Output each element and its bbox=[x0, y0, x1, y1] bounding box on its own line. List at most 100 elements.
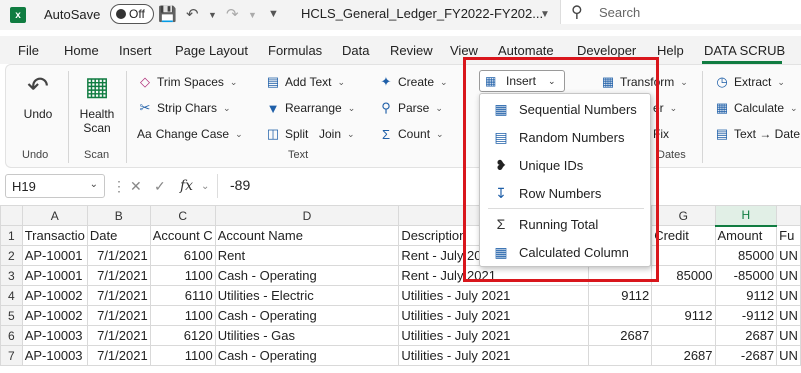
grid-cell[interactable]: AP-10001 bbox=[21, 265, 88, 286]
redo-icon[interactable]: ↷ bbox=[226, 5, 239, 23]
search-box[interactable]: ⚲ Search bbox=[560, 0, 801, 24]
column-header-h[interactable]: H bbox=[714, 205, 778, 227]
filename-dropdown-icon[interactable]: ▼ bbox=[540, 9, 550, 20]
calculate-button[interactable]: ▦ Calculate ⌄ bbox=[714, 98, 798, 118]
count-button[interactable]: Σ Count ⌄ bbox=[378, 124, 444, 144]
grid-cell[interactable]: 7/1/2021 bbox=[86, 265, 151, 286]
row-header[interactable]: 3 bbox=[0, 265, 23, 286]
grid-cell[interactable]: 1100 bbox=[149, 305, 216, 326]
grid-cell[interactable]: Cash - Operating bbox=[214, 305, 400, 326]
grid-cell[interactable]: 7/1/2021 bbox=[86, 325, 151, 346]
grid-cell[interactable]: 7/1/2021 bbox=[86, 345, 151, 366]
extract-button[interactable]: ◷ Extract ⌄ bbox=[714, 72, 785, 92]
tab-help[interactable]: Help bbox=[657, 43, 684, 58]
grid-cell[interactable]: 9112 bbox=[588, 285, 653, 306]
row-header[interactable]: 7 bbox=[0, 345, 23, 366]
save-icon[interactable]: 💾 bbox=[158, 5, 177, 23]
grid-cell[interactable]: UN bbox=[776, 265, 801, 286]
grid-cell[interactable]: AP-10003 bbox=[21, 345, 88, 366]
grid-cell[interactable]: Utilities - July 2021 bbox=[398, 345, 590, 366]
column-header-c[interactable]: C bbox=[149, 205, 216, 226]
text-to-date-button[interactable]: ▤ Text → Date bbox=[714, 124, 800, 144]
grid-cell[interactable]: Amount bbox=[714, 225, 778, 246]
cancel-icon[interactable]: ✕ bbox=[130, 178, 142, 195]
grid-cell[interactable]: Utilities - Gas bbox=[214, 325, 400, 346]
row-header[interactable]: 2 bbox=[0, 245, 23, 266]
undo-dropdown-icon[interactable]: ▼ bbox=[208, 10, 217, 20]
grid-cell[interactable]: 6120 bbox=[149, 325, 216, 346]
join-button[interactable]: Join ⌄ bbox=[319, 124, 355, 144]
grid-cell[interactable]: Transactio bbox=[21, 225, 88, 246]
column-header-b[interactable]: B bbox=[86, 205, 151, 226]
grid-cell[interactable]: 85000 bbox=[651, 265, 716, 286]
grid-cell[interactable]: UN bbox=[776, 285, 801, 306]
more-icon[interactable]: ⋮ bbox=[112, 178, 126, 195]
undo-button[interactable]: ↶ Undo bbox=[18, 71, 58, 121]
tab-developer[interactable]: Developer bbox=[577, 43, 636, 58]
grid-cell[interactable]: UN bbox=[776, 345, 801, 366]
grid-cell[interactable]: 6110 bbox=[149, 285, 216, 306]
tab-file[interactable]: File bbox=[18, 43, 39, 58]
grid-cell[interactable]: UN bbox=[776, 245, 801, 266]
row-header[interactable]: 6 bbox=[0, 325, 23, 346]
grid-cell[interactable]: 1100 bbox=[149, 345, 216, 366]
row-header[interactable]: 1 bbox=[0, 225, 23, 246]
grid-cell[interactable]: -9112 bbox=[714, 305, 778, 326]
grid-cell[interactable]: Utilities - July 2021 bbox=[398, 305, 590, 326]
grid-cell[interactable]: 7/1/2021 bbox=[86, 245, 151, 266]
change-case-button[interactable]: Aa Change Case ⌄ bbox=[137, 124, 243, 144]
tab-formulas[interactable]: Formulas bbox=[268, 43, 322, 58]
grid-cell[interactable]: UN bbox=[776, 305, 801, 326]
redo-dropdown-icon[interactable]: ▼ bbox=[248, 10, 257, 20]
grid-cell[interactable]: Date bbox=[86, 225, 151, 246]
grid-cell[interactable]: Account Name bbox=[214, 225, 400, 246]
grid-cell[interactable]: 6100 bbox=[149, 245, 216, 266]
insert-function-icon[interactable]: fx bbox=[180, 178, 193, 194]
grid-cell[interactable]: Utilities - Electric bbox=[214, 285, 400, 306]
parse-button[interactable]: ⚲ Parse ⌄ bbox=[378, 98, 443, 118]
enter-icon[interactable]: ✓ bbox=[154, 178, 166, 195]
split-button[interactable]: ◫ Split bbox=[265, 124, 309, 144]
grid-cell[interactable]: 85000 bbox=[714, 245, 778, 266]
grid-cell[interactable]: AP-10003 bbox=[21, 325, 88, 346]
grid-cell[interactable] bbox=[588, 345, 653, 366]
tab-review[interactable]: Review bbox=[390, 43, 433, 58]
grid-cell[interactable]: Utilities - July 2021 bbox=[398, 325, 590, 346]
row-header[interactable]: 5 bbox=[0, 305, 23, 326]
row-header[interactable]: 4 bbox=[0, 285, 23, 306]
health-scan-button[interactable]: ▦ Health Scan bbox=[74, 71, 120, 135]
grid-cell[interactable] bbox=[651, 325, 716, 346]
grid-cell[interactable]: Credit bbox=[651, 225, 716, 246]
grid-cell[interactable] bbox=[651, 245, 716, 266]
column-header-g[interactable]: G bbox=[651, 205, 716, 226]
add-text-button[interactable]: ▤ Add Text ⌄ bbox=[265, 72, 345, 92]
create-button[interactable]: ✦ Create ⌄ bbox=[378, 72, 448, 92]
grid-cell[interactable]: Cash - Operating bbox=[214, 265, 400, 286]
grid-cell[interactable]: 2687 bbox=[714, 325, 778, 346]
autosave-toggle[interactable]: Off bbox=[110, 4, 154, 24]
grid-cell[interactable]: AP-10002 bbox=[21, 305, 88, 326]
tab-automate[interactable]: Automate bbox=[498, 43, 554, 58]
strip-chars-button[interactable]: ✂ Strip Chars ⌄ bbox=[137, 98, 231, 118]
grid-cell[interactable]: Fu bbox=[776, 225, 801, 246]
grid-cell[interactable]: 2687 bbox=[588, 325, 653, 346]
grid-cell[interactable]: 9112 bbox=[651, 305, 716, 326]
grid-cell[interactable]: Cash - Operating bbox=[214, 345, 400, 366]
chevron-down-icon[interactable]: ⌄ bbox=[90, 179, 98, 190]
grid-cell[interactable]: UN bbox=[776, 325, 801, 346]
tab-insert[interactable]: Insert bbox=[119, 43, 152, 58]
grid-cell[interactable]: AP-10002 bbox=[21, 285, 88, 306]
undo-icon[interactable]: ↶ bbox=[186, 5, 199, 23]
trim-spaces-button[interactable]: ◇ Trim Spaces ⌄ bbox=[137, 72, 237, 92]
grid-cell[interactable]: Rent bbox=[214, 245, 400, 266]
tab-page-layout[interactable]: Page Layout bbox=[175, 43, 248, 58]
grid-cell[interactable]: AP-10001 bbox=[21, 245, 88, 266]
grid-cell[interactable]: -2687 bbox=[714, 345, 778, 366]
spreadsheet-grid[interactable]: A B C D E F G H 1TransactioDateAccount C… bbox=[0, 205, 801, 373]
grid-cell[interactable]: 7/1/2021 bbox=[86, 285, 151, 306]
search-input[interactable]: Search bbox=[599, 5, 640, 20]
grid-cell[interactable] bbox=[651, 285, 716, 306]
tab-data[interactable]: Data bbox=[342, 43, 369, 58]
tab-view[interactable]: View bbox=[450, 43, 478, 58]
grid-cell[interactable]: 7/1/2021 bbox=[86, 305, 151, 326]
